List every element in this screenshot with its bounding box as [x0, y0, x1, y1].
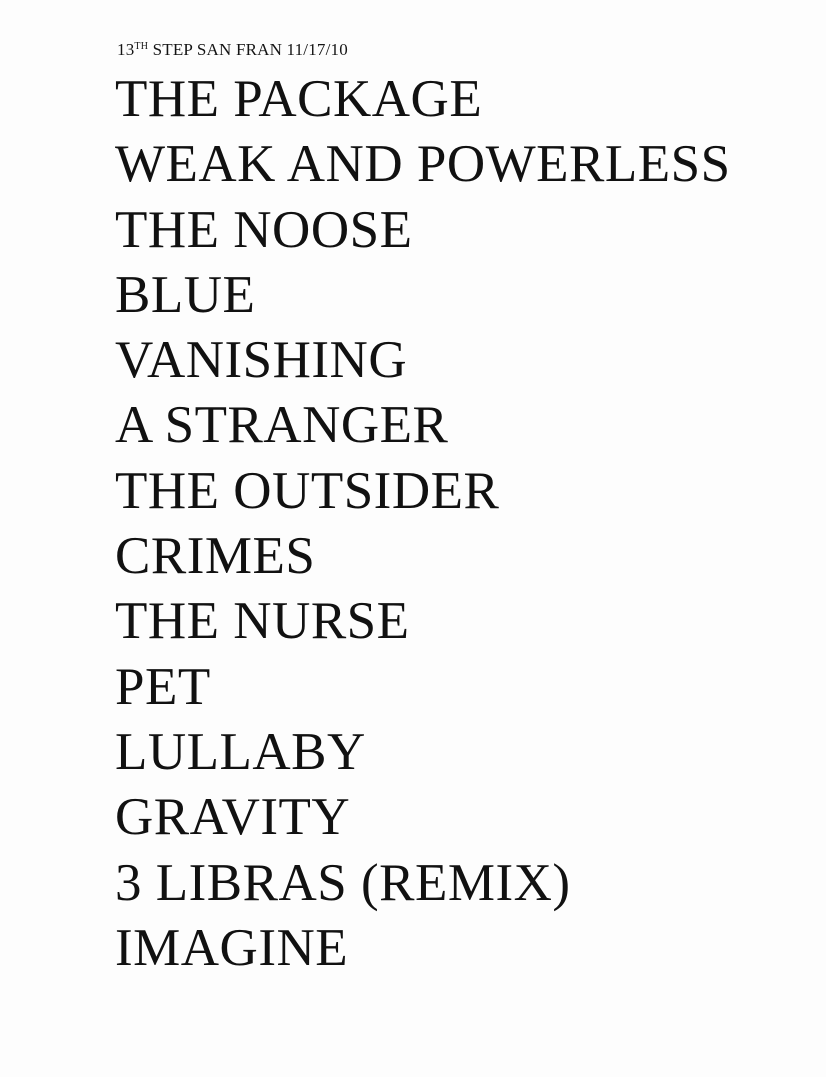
- header-superscript: TH: [134, 41, 149, 52]
- venue-date-header: 13TH STEP SAN FRAN 11/17/10: [117, 40, 348, 60]
- song-item: THE PACKAGE: [115, 70, 483, 128]
- song-item: VANISHING: [115, 331, 408, 390]
- song-list: THE PACKAGE WEAK AND POWERLESS THE NOOSE…: [115, 67, 731, 981]
- song-item: GRAVITY: [115, 788, 351, 847]
- song-item: A STRANGER: [115, 396, 449, 455]
- song-item: BLUE: [115, 265, 256, 324]
- header-prefix: 13: [117, 40, 135, 59]
- song-item: LULLABY: [115, 722, 366, 781]
- song-item: IMAGINE: [115, 918, 349, 977]
- song-item: 3 LIBRAS (REMIX): [115, 853, 571, 912]
- song-item: THE NURSE: [115, 592, 410, 651]
- song-item: PET: [115, 657, 211, 716]
- setlist-page: 13TH STEP SAN FRAN 11/17/10 THE PACKAGE …: [0, 0, 826, 1077]
- header-rest: STEP SAN FRAN 11/17/10: [148, 40, 348, 59]
- song-item: CRIMES: [115, 527, 316, 586]
- song-item: WEAK AND POWERLESS: [115, 135, 731, 194]
- song-item: THE OUTSIDER: [115, 461, 500, 520]
- song-item: THE NOOSE: [115, 200, 413, 259]
